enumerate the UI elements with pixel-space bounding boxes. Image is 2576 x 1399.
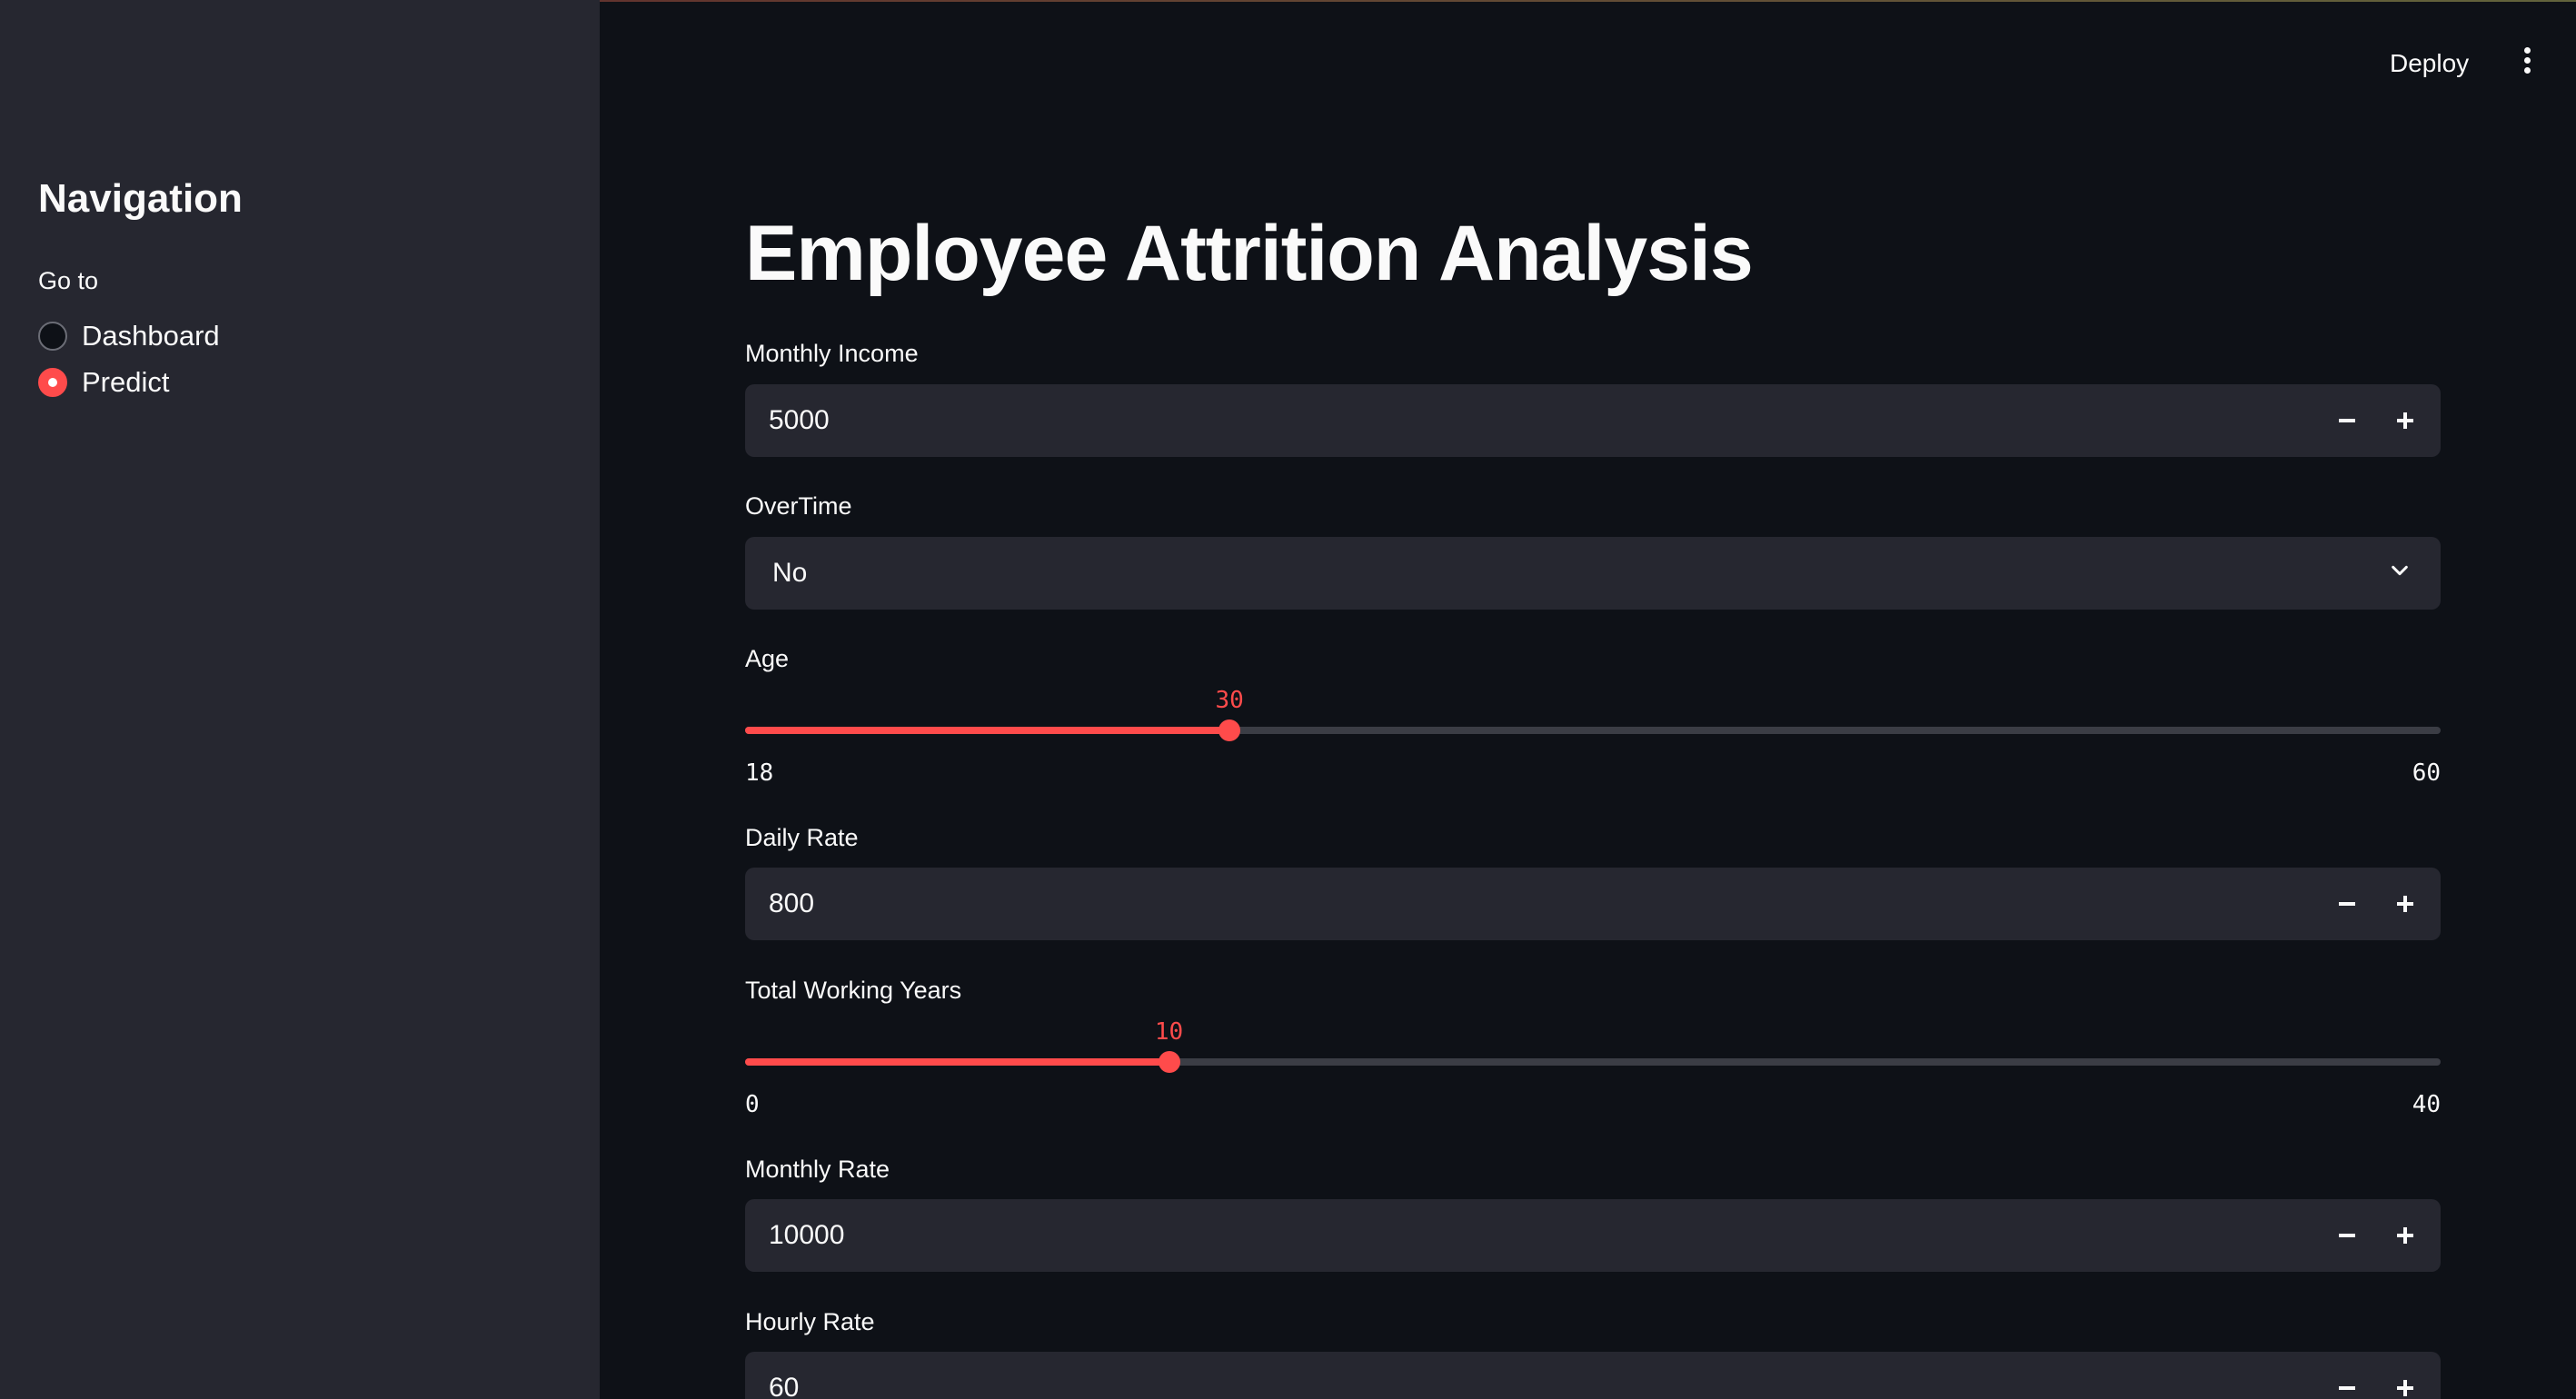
page-title: Employee Attrition Analysis [745, 210, 1754, 297]
monthly-income-label: Monthly Income [745, 340, 919, 367]
decrement-icon[interactable] [2321, 384, 2372, 457]
overtime-select[interactable]: No [745, 537, 2441, 610]
slider-min-label: 18 [745, 759, 774, 787]
overtime-label: OverTime [745, 492, 852, 520]
daily-rate-label: Daily Rate [745, 824, 859, 851]
increment-icon[interactable] [2379, 1352, 2430, 1399]
vertical-ellipsis-icon[interactable] [2517, 47, 2537, 80]
monthly-rate-label: Monthly Rate [745, 1156, 890, 1183]
hourly-rate-value[interactable]: 60 [769, 1352, 799, 1399]
radio-option-label: Dashboard [82, 320, 220, 352]
radio-checked-icon[interactable] [38, 368, 67, 397]
hourly-rate-label: Hourly Rate [745, 1308, 875, 1335]
overtime-selected-value: No [772, 558, 808, 588]
slider-current-value: 10 [1154, 1018, 1184, 1046]
daily-rate-value[interactable]: 800 [769, 868, 814, 940]
radio-unchecked-icon[interactable] [38, 322, 67, 351]
daily-rate-input[interactable]: 800 [745, 868, 2441, 940]
slider-max-label: 40 [2412, 1091, 2441, 1118]
slider-fill [745, 1058, 1169, 1066]
hourly-rate-input[interactable]: 60 [745, 1352, 2441, 1399]
increment-icon[interactable] [2379, 384, 2430, 457]
deploy-button[interactable]: Deploy [2381, 45, 2478, 82]
monthly-rate-input[interactable]: 10000 [745, 1199, 2441, 1272]
decrement-icon[interactable] [2321, 1199, 2372, 1272]
sidebar-title: Navigation [38, 176, 243, 221]
increment-icon[interactable] [2379, 1199, 2430, 1272]
increment-icon[interactable] [2379, 868, 2430, 940]
slider-current-value: 30 [1215, 687, 1244, 714]
monthly-rate-value[interactable]: 10000 [769, 1199, 844, 1272]
radio-option-dashboard[interactable]: Dashboard [38, 318, 220, 354]
monthly-income-value[interactable]: 5000 [769, 384, 830, 457]
slider-thumb[interactable] [1218, 719, 1241, 741]
radio-group-label: Go to [38, 267, 99, 294]
chevron-down-icon[interactable] [2390, 561, 2410, 580]
age-slider[interactable]: 30 18 60 [745, 658, 2441, 787]
radio-option-predict[interactable]: Predict [38, 364, 169, 401]
decrement-icon[interactable] [2321, 868, 2372, 940]
sidebar: Navigation Go to Dashboard Predict [0, 0, 600, 1399]
radio-option-label: Predict [82, 366, 170, 398]
decrement-icon[interactable] [2321, 1352, 2372, 1399]
slider-max-label: 60 [2412, 759, 2441, 787]
slider-fill [745, 727, 1230, 734]
monthly-income-input[interactable]: 5000 [745, 384, 2441, 457]
total-working-years-slider[interactable]: 10 0 40 [745, 989, 2441, 1118]
slider-thumb[interactable] [1158, 1051, 1180, 1073]
slider-min-label: 0 [745, 1091, 760, 1118]
